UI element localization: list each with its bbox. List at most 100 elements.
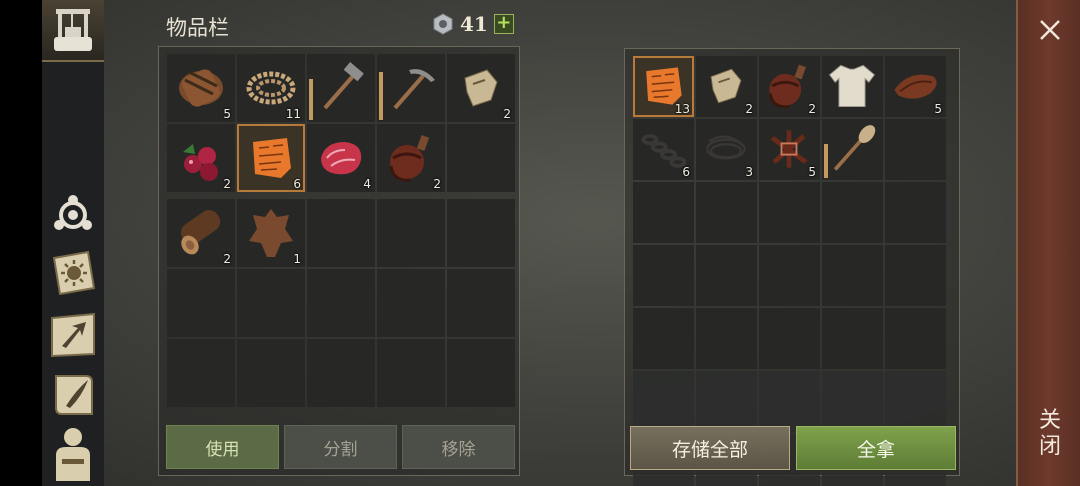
sidebar-quests[interactable] [48,370,98,420]
inventory-slot[interactable]: 5 [167,54,235,122]
storage-slot[interactable] [822,308,883,369]
bag-slot[interactable] [307,269,375,337]
item-count: 2 [808,102,816,116]
storage-slot[interactable] [633,182,694,243]
inventory-hotbar-grid: 5 11 2 2 6 4 2 [167,54,515,192]
bag-slot[interactable] [447,199,515,267]
sun-book-icon [52,250,96,296]
add-currency-button[interactable]: + [493,14,514,34]
item-count: 3 [745,165,753,179]
item-count: 2 [503,107,511,121]
item-count: 13 [674,102,690,116]
storage-slot[interactable] [822,245,883,306]
sidebar-journal[interactable] [48,248,98,298]
storage-slot[interactable]: 6 [633,119,694,180]
bag-slot[interactable] [377,339,445,407]
item-count: 11 [285,107,301,121]
close-panel[interactable]: 关闭 [1016,0,1080,486]
durability-bar [379,72,383,120]
inventory-slot[interactable]: 4 [307,124,375,192]
paper-scrap-icon [464,69,498,107]
inventory-bag-grid: 21 [167,199,515,407]
bag-slot[interactable] [237,339,305,407]
sidebar-map[interactable] [48,310,98,360]
pickaxe-icon [393,69,435,110]
inventory-slot[interactable]: 11 [237,54,305,122]
berries-icon [183,144,218,181]
inventory-slot[interactable]: 2 [447,54,515,122]
item-count: 2 [223,252,231,266]
storage-slot[interactable] [696,371,757,432]
currency-display: 41 + [432,12,514,36]
store-all-button[interactable]: 存储全部 [630,426,790,470]
bag-slot[interactable] [447,339,515,407]
storage-slot[interactable] [696,182,757,243]
inventory-slot[interactable] [307,54,375,122]
item-count: 2 [433,177,441,191]
storage-slot[interactable] [885,182,946,243]
take-all-button[interactable]: 全拿 [796,426,956,470]
map-arrow-icon [51,312,95,358]
flask-icon [389,135,430,182]
clay-tablet-icon [253,138,291,178]
storage-slot[interactable] [759,308,820,369]
storage-slot[interactable]: 2 [696,56,757,117]
durability-bar [309,79,313,120]
bag-slot[interactable] [167,339,235,407]
storage-slot[interactable] [885,119,946,180]
storage-slot[interactable] [885,371,946,432]
inventory-slot[interactable] [447,124,515,192]
storage-slot[interactable] [696,308,757,369]
storage-slot[interactable] [822,182,883,243]
character-icon [56,428,90,481]
storage-slot[interactable] [633,308,694,369]
bag-slot[interactable] [237,269,305,337]
item-count: 5 [808,165,816,179]
sidebar-tab-storage[interactable] [42,0,104,62]
inventory-slot[interactable]: 6 [237,124,305,192]
close-label[interactable]: 关闭 [1038,408,1062,460]
use-button[interactable]: 使用 [166,425,279,469]
inventory-slot[interactable] [377,54,445,122]
inventory-slot[interactable]: 2 [167,124,235,192]
close-icon[interactable] [1036,16,1064,44]
storage-slot[interactable] [759,371,820,432]
durability-bar [824,144,828,178]
bag-slot[interactable] [377,269,445,337]
item-count: 2 [745,102,753,116]
bag-slot[interactable] [447,269,515,337]
crafting-tripod-icon [54,195,92,230]
storage-slot[interactable] [633,245,694,306]
storage-slot[interactable] [822,119,883,180]
storage-slot[interactable]: 2 [759,56,820,117]
storage-slot[interactable] [759,182,820,243]
sidebar-character[interactable] [48,428,98,481]
storage-slot[interactable]: 5 [885,56,946,117]
bag-slot[interactable]: 2 [167,199,235,267]
split-button[interactable]: 分割 [284,425,397,469]
shirt-icon [828,64,876,107]
bag-slot[interactable] [307,339,375,407]
inventory-title: 物品栏 [166,16,229,40]
bag-slot[interactable] [377,199,445,267]
storage-slot[interactable]: 5 [759,119,820,180]
storage-slot[interactable]: 3 [696,119,757,180]
storage-slot[interactable] [633,371,694,432]
storage-slot[interactable]: 13 [633,56,694,117]
log-icon [181,210,221,255]
shovel-icon [833,125,876,171]
sidebar-crafting[interactable] [48,190,98,240]
currency-amount: 41 [460,12,488,36]
bag-slot[interactable] [167,269,235,337]
bag-slot[interactable] [307,199,375,267]
storage-slot[interactable] [885,308,946,369]
storage-slot[interactable] [759,245,820,306]
scroll-quill-icon [55,375,93,415]
storage-slot[interactable] [885,245,946,306]
storage-slot[interactable] [696,245,757,306]
inventory-slot[interactable]: 2 [377,124,445,192]
remove-button[interactable]: 移除 [402,425,515,469]
bag-slot[interactable]: 1 [237,199,305,267]
storage-slot[interactable] [822,56,883,117]
storage-slot[interactable] [822,371,883,432]
